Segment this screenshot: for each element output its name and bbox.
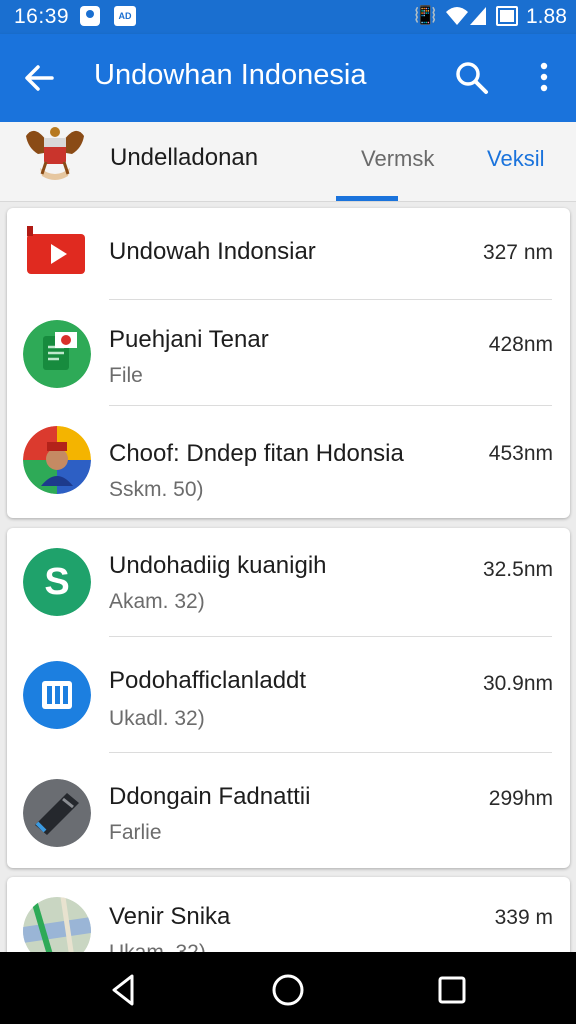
item-meta: 453nm (488, 442, 553, 465)
system-nav-bar (0, 952, 576, 1024)
item-meta: 428nm (488, 333, 553, 356)
item-meta: 299hm (488, 787, 553, 810)
photo-icon (80, 6, 100, 26)
battery-level: 1.88 (526, 5, 567, 28)
tab-header: Undelladonan Vermsk Veksil (0, 122, 576, 202)
item-meta: 339 m (494, 906, 553, 929)
header-title: Undelladonan (110, 144, 259, 171)
item-subtitle: Akam. 32) (109, 590, 205, 613)
status-time: 16:39 (14, 5, 70, 28)
document-icon (23, 320, 91, 388)
tab-indicator (336, 196, 398, 201)
item-subtitle: File (109, 364, 143, 387)
status-bar: 16:39 AD 📳 1.88 (0, 0, 576, 34)
item-meta: 327 nm (482, 241, 553, 264)
s-letter-icon: S (23, 548, 91, 616)
device-icon (23, 779, 91, 847)
recents-square-icon[interactable] (428, 966, 476, 1014)
list-item[interactable]: Puehjani Tenar File 428nm (7, 300, 570, 406)
sim-card-icon (23, 661, 91, 729)
arrow-left-icon[interactable] (18, 56, 62, 100)
item-title: Podohafficlanladdt (109, 667, 307, 694)
svg-text:S: S (44, 561, 69, 603)
more-vertical-icon[interactable] (524, 54, 564, 102)
item-subtitle: Ukadl. 32) (109, 707, 205, 730)
ad-notification-icon: AD (114, 6, 136, 26)
tab-veksil[interactable]: Veksil (487, 146, 544, 172)
item-title: Ddongain Fadnattii (109, 783, 311, 810)
app-title: Undowhan Indonesia (94, 59, 367, 91)
back-triangle-icon[interactable] (100, 966, 148, 1014)
list-item[interactable]: Podohafficlanladdt Ukadl. 32) 30.9nm (7, 637, 570, 753)
item-subtitle: Sskm. 50) (109, 478, 204, 501)
battery-icon (496, 6, 518, 26)
list-card: Undowah Indonsiar 327 nm Puehjani Tenar … (7, 208, 570, 518)
home-circle-icon[interactable] (264, 966, 312, 1014)
item-title: Undowah Indonsiar (109, 238, 316, 265)
list-item[interactable]: Ddongain Fadnattii Farlie 299hm (7, 753, 570, 868)
wifi-icon (446, 7, 486, 25)
item-title: Undohadiig kuanigih (109, 552, 327, 579)
garuda-emblem-icon (26, 127, 84, 180)
item-title: Choof: Dndep fitan Hdonsia (109, 440, 404, 467)
item-subtitle: Farlie (109, 821, 162, 844)
signal-icon (470, 7, 486, 25)
list-item[interactable]: Undowah Indonsiar 327 nm (7, 208, 570, 300)
list-item[interactable]: Choof: Dndep fitan Hdonsia Sskm. 50) 453… (7, 406, 570, 518)
item-meta: 30.9nm (482, 672, 553, 695)
list-item[interactable]: S Undohadiig kuanigih Akam. 32) 32.5nm (7, 528, 570, 637)
item-title: Venir Snika (109, 903, 231, 930)
vibrate-icon: 📳 (414, 5, 437, 25)
person-photo-icon (23, 426, 91, 494)
youtube-icon (27, 226, 85, 274)
item-title: Puehjani Tenar (109, 326, 269, 353)
search-icon[interactable] (448, 54, 496, 102)
app-bar: Undowhan Indonesia (0, 34, 576, 122)
item-meta: 32.5nm (482, 558, 553, 581)
list-card: S Undohadiig kuanigih Akam. 32) 32.5nm P… (7, 528, 570, 868)
tab-vermsk[interactable]: Vermsk (361, 146, 434, 172)
